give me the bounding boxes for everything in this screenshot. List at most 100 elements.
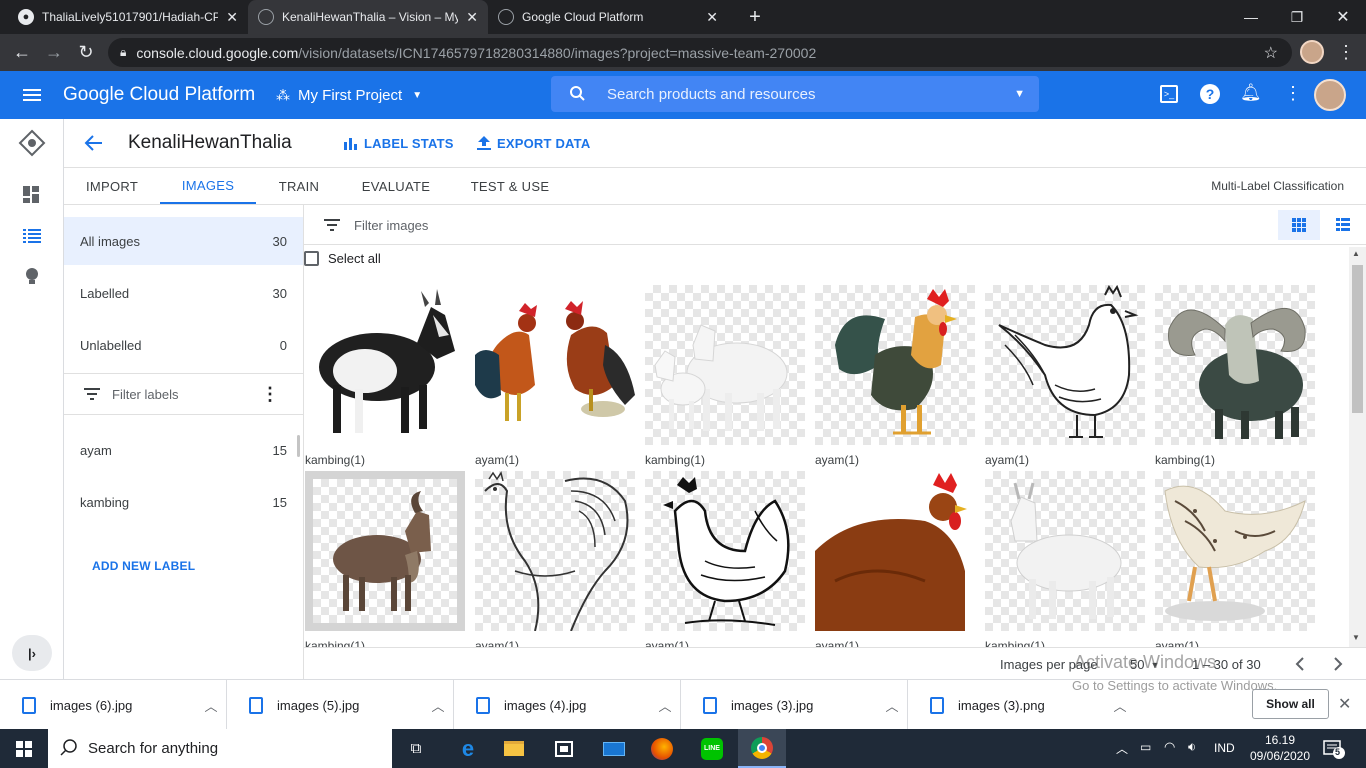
chevron-up-icon[interactable]: ︿ [423, 696, 453, 715]
file-explorer-icon[interactable] [490, 729, 538, 768]
battery-icon[interactable]: ▭ [1140, 740, 1151, 754]
wifi-icon[interactable]: ◠ [1164, 739, 1175, 755]
export-data-button[interactable]: EXPORT DATA [477, 119, 590, 167]
label-item-ayam[interactable]: ayam 15 [64, 426, 303, 474]
datasets-list-icon[interactable] [16, 220, 48, 252]
filter-labels-input[interactable]: Filter labels ⋮ [64, 374, 303, 414]
chevron-up-icon[interactable]: ︿ [877, 696, 907, 715]
close-downloads-icon[interactable]: ✕ [1338, 694, 1351, 714]
language-indicator[interactable]: IND [1214, 741, 1235, 755]
chevron-up-icon[interactable]: ︿ [196, 696, 226, 715]
windows-start-icon[interactable] [0, 729, 48, 768]
address-bar[interactable]: 🔒︎ console.cloud.google.com/vision/datas… [108, 38, 1292, 67]
select-all-checkbox[interactable] [304, 250, 319, 266]
more-vert-icon[interactable]: ⋮ [1284, 83, 1302, 104]
grid-view-button[interactable] [1278, 210, 1320, 240]
gcp-brand[interactable]: Google Cloud Platform [63, 84, 255, 106]
search-input[interactable]: Search products and resources ▼ [551, 76, 1039, 112]
taskbar-search-input[interactable]: Search for anything [48, 729, 392, 768]
close-icon[interactable]: ✕ [466, 9, 478, 26]
project-selector[interactable]: ⁂ My First Project ▼ [276, 83, 422, 107]
image-thumbnail[interactable] [1155, 285, 1315, 445]
reload-icon[interactable]: ↻ [70, 34, 102, 71]
chrome-menu-icon[interactable]: ⋮ [1330, 34, 1362, 71]
bookmark-star-icon[interactable]: ☆ [1264, 43, 1278, 63]
system-clock[interactable]: 16.19 09/06/2020 [1248, 732, 1312, 764]
help-icon[interactable]: ? [1200, 84, 1220, 104]
browser-tab-github[interactable]: ● ThaliaLively51017901/Hadiah-CP ✕ [8, 0, 248, 34]
tab-images[interactable]: IMAGES [160, 168, 256, 204]
download-item[interactable]: images (4).jpg ︿ [454, 680, 681, 730]
filter-images-input[interactable]: Filter images [304, 205, 1264, 245]
scroll-down-arrow-icon[interactable]: ▼ [1352, 633, 1360, 642]
download-item[interactable]: images (5).jpg ︿ [227, 680, 454, 730]
image-thumbnail[interactable] [985, 471, 1145, 631]
scroll-up-arrow-icon[interactable]: ▲ [1352, 249, 1360, 258]
tab-train[interactable]: TRAIN [256, 168, 342, 204]
filter-unlabelled[interactable]: Unlabelled 0 [64, 321, 303, 369]
download-item[interactable]: images (6).jpg ︿ [0, 680, 227, 730]
image-thumbnail[interactable] [1155, 471, 1315, 631]
restore-button[interactable]: ❐ [1274, 0, 1320, 34]
image-thumbnail[interactable] [305, 285, 465, 445]
tab-evaluate[interactable]: EVALUATE [342, 168, 450, 204]
line-app-icon[interactable]: LINE [688, 729, 736, 768]
cloud-shell-icon[interactable]: >_ [1160, 85, 1178, 103]
action-center-icon[interactable]: 5 [1322, 738, 1346, 760]
mail-icon[interactable] [590, 729, 638, 768]
vision-product-icon[interactable] [16, 127, 48, 159]
label-stats-button[interactable]: LABEL STATS [344, 119, 454, 167]
hamburger-menu-icon[interactable] [20, 83, 44, 107]
close-icon[interactable]: ✕ [226, 9, 238, 26]
lightbulb-icon[interactable] [16, 260, 48, 292]
close-icon[interactable]: ✕ [706, 9, 718, 26]
tray-chevron-up-icon[interactable]: ︿ [1116, 740, 1128, 757]
notifications-bell-icon[interactable]: 🔔︎ [1240, 83, 1262, 103]
scrollbar-thumb[interactable] [1352, 265, 1363, 413]
volume-icon[interactable]: 🔉︎ [1188, 739, 1196, 755]
tab-test-use[interactable]: TEST & USE [450, 168, 570, 204]
show-all-downloads-button[interactable]: Show all [1252, 689, 1329, 719]
account-avatar[interactable] [1314, 79, 1346, 111]
more-vert-icon[interactable]: ⋮ [261, 384, 279, 405]
add-new-label-button[interactable]: ADD NEW LABEL [92, 559, 195, 573]
image-thumbnail[interactable] [645, 471, 805, 631]
dashboard-icon[interactable] [16, 179, 48, 211]
task-view-icon[interactable]: ⧉ [392, 729, 440, 768]
prev-page-button[interactable] [1288, 652, 1312, 676]
browser-tab-vision[interactable]: KenaliHewanThalia – Vision – My ✕ [248, 0, 488, 34]
image-thumbnail[interactable] [305, 471, 465, 631]
select-all-row[interactable]: Select all [304, 249, 381, 267]
label-item-kambing[interactable]: kambing 15 [64, 478, 303, 526]
firefox-icon[interactable] [638, 729, 686, 768]
chrome-taskbar-icon[interactable] [738, 729, 786, 768]
store-icon[interactable] [540, 729, 588, 768]
image-thumbnail[interactable] [985, 285, 1145, 445]
image-thumbnail[interactable] [475, 471, 635, 631]
tab-import[interactable]: IMPORT [64, 168, 160, 204]
new-tab-button[interactable]: + [732, 0, 778, 34]
filter-all-images[interactable]: All images 30 [64, 217, 303, 265]
filter-labelled[interactable]: Labelled 30 [64, 269, 303, 317]
back-arrow-icon[interactable]: ← [6, 34, 38, 71]
close-window-button[interactable]: ✕ [1320, 0, 1366, 34]
label-list-scrollbar[interactable] [297, 435, 300, 457]
image-thumbnail[interactable] [815, 471, 975, 631]
search-chevron-down-icon[interactable]: ▼ [1014, 88, 1025, 100]
download-item[interactable]: images (3).jpg ︿ [681, 680, 908, 730]
chevron-up-icon[interactable]: ︿ [650, 696, 680, 715]
browser-tab-gcp[interactable]: Google Cloud Platform ✕ [488, 0, 728, 34]
forward-arrow-icon[interactable]: → [38, 34, 70, 71]
image-thumbnail[interactable] [645, 285, 805, 445]
back-arrow-icon[interactable] [82, 131, 106, 155]
minimize-button[interactable]: — [1228, 0, 1274, 34]
image-thumbnail[interactable] [815, 285, 975, 445]
image-thumbnail[interactable] [475, 285, 635, 445]
profile-avatar[interactable] [1300, 40, 1324, 64]
list-view-button[interactable] [1326, 210, 1360, 240]
next-page-button[interactable] [1326, 652, 1350, 676]
expand-nav-button[interactable]: |› [12, 635, 52, 671]
grid-scrollbar[interactable]: ▲ ▼ [1349, 247, 1366, 647]
edge-browser-icon[interactable]: e [444, 729, 492, 768]
chevron-up-icon[interactable]: ︿ [1105, 696, 1135, 715]
